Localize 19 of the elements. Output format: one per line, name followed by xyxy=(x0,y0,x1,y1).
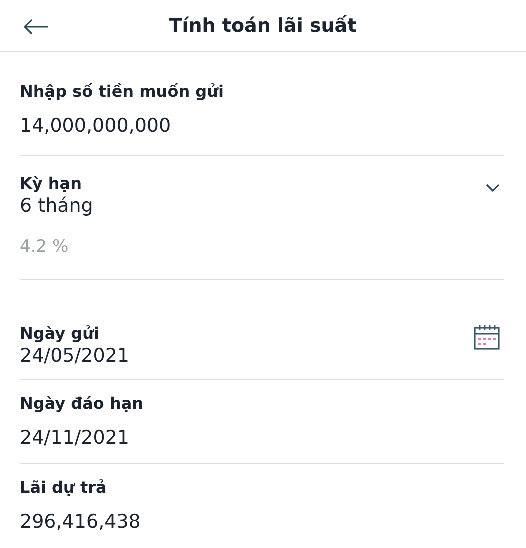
form-field[interactable]: Ngày gửi 24/05/2021 xyxy=(20,280,504,380)
field-value: 14,000,000,000 xyxy=(20,115,172,137)
field-value: 296,416,438 xyxy=(20,511,141,533)
field-label: Ngày gửi xyxy=(20,324,100,343)
field-value: 24/05/2021 xyxy=(20,345,130,367)
form-field[interactable]: Nhập số tiền muốn gửi 14,000,000,000 xyxy=(20,52,504,156)
field-label: Kỳ hạn xyxy=(20,174,82,193)
form-field[interactable]: Ngày đáo hạn 24/11/2021 xyxy=(20,380,504,464)
field-label: Nhập số tiền muốn gửi xyxy=(20,82,224,101)
interest-rate: 4.2 % xyxy=(20,237,69,257)
form-field[interactable]: Kỳ hạn 6 tháng 4.2 % xyxy=(20,156,504,280)
page-title: Tính toán lãi suất xyxy=(169,14,357,36)
calendar-icon[interactable] xyxy=(474,324,500,350)
field-value: 24/11/2021 xyxy=(20,427,130,449)
form-field[interactable]: Lãi dự trả 296,416,438 xyxy=(20,464,504,548)
field-label: Ngày đáo hạn xyxy=(20,394,144,413)
field-value: 6 tháng xyxy=(20,195,94,217)
field-label: Lãi dự trả xyxy=(20,478,107,497)
chevron-down-icon[interactable] xyxy=(486,184,500,193)
